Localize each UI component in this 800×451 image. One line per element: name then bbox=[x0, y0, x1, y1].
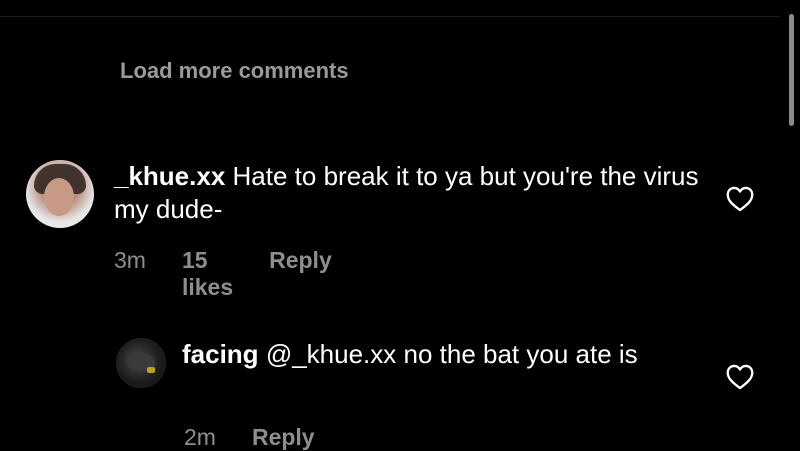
avatar[interactable] bbox=[116, 338, 166, 388]
comment-timestamp: 3m bbox=[114, 247, 146, 273]
comment-text: @_khue.xx no the bat you ate is bbox=[265, 339, 638, 369]
comment-meta: 2m Reply bbox=[184, 424, 315, 451]
comment-body: _khue.xx Hate to break it to ya but you'… bbox=[114, 160, 714, 226]
reply-button[interactable]: Reply bbox=[269, 247, 332, 274]
comment-likes-count[interactable]: 15 likes bbox=[182, 247, 233, 301]
reply-button[interactable]: Reply bbox=[252, 424, 315, 451]
comment-body: facing @_khue.xx no the bat you ate is bbox=[182, 338, 662, 371]
comment-meta: 3m 15 likes Reply bbox=[114, 247, 332, 301]
avatar-face bbox=[44, 178, 74, 216]
avatar-mark bbox=[147, 367, 155, 373]
scrollbar[interactable] bbox=[789, 14, 794, 126]
comment-username[interactable]: _khue.xx bbox=[114, 161, 225, 191]
heart-outline-icon[interactable] bbox=[726, 364, 754, 390]
top-divider bbox=[0, 16, 780, 17]
heart-outline-icon[interactable] bbox=[726, 186, 754, 212]
load-more-comments-button[interactable]: Load more comments bbox=[120, 58, 349, 84]
comment-username[interactable]: facing bbox=[182, 339, 259, 369]
comment-timestamp: 2m bbox=[184, 424, 216, 450]
avatar[interactable] bbox=[26, 160, 94, 228]
